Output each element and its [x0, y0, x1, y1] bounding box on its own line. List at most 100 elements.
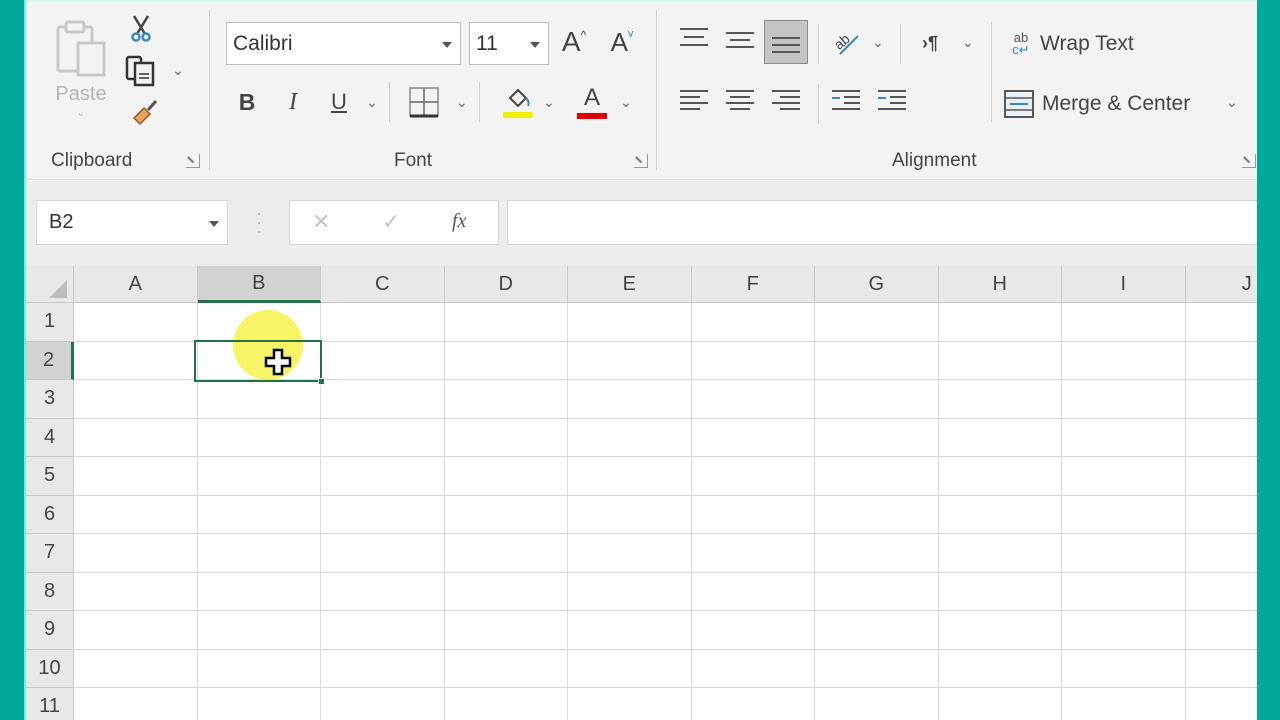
row-header-11[interactable]: 11 [26, 688, 74, 720]
row-header-3[interactable]: 3 [26, 380, 74, 419]
orientation-dropdown-icon[interactable]: ⌄ [872, 34, 884, 51]
merge-center-label: Merge & Center [1042, 92, 1191, 115]
font-group-label: Font [394, 150, 433, 171]
clipboard-dialog-launcher[interactable] [186, 154, 200, 168]
row-header-7[interactable]: 7 [26, 534, 74, 573]
wrap-text-button[interactable]: ab c↵ Wrap Text [1006, 24, 1134, 64]
formula-input[interactable] [507, 200, 1257, 245]
shrink-font-icon: A [610, 26, 628, 57]
select-all-triangle-icon [49, 280, 67, 298]
merge-center-button[interactable]: Merge & Center [1004, 84, 1190, 124]
gridline [74, 648, 1257, 650]
font-name-select[interactable]: Calibri [226, 22, 461, 65]
enter-button[interactable]: ✓ [382, 209, 400, 235]
alignment-dialog-launcher[interactable] [1242, 154, 1256, 168]
column-header-F[interactable]: F [691, 266, 815, 303]
column-header-B[interactable]: B [197, 266, 321, 303]
copy-dropdown-icon[interactable]: ⌄ [172, 62, 184, 79]
merge-center-dropdown-icon[interactable]: ⌄ [1226, 94, 1238, 111]
gridline [567, 303, 568, 720]
divider [991, 22, 992, 122]
divider [389, 82, 390, 122]
underline-dropdown-icon[interactable]: ⌄ [366, 94, 378, 111]
bottom-align-button[interactable] [764, 20, 808, 64]
text-direction-button[interactable]: ›¶ [916, 26, 944, 60]
underline-button[interactable]: U [324, 84, 354, 120]
name-box-value: B2 [49, 211, 74, 233]
copy-icon [125, 55, 155, 87]
column-header-I[interactable]: I [1062, 266, 1186, 303]
decrease-indent-button[interactable] [832, 90, 860, 110]
clipboard-icon [56, 20, 106, 77]
borders-dropdown-icon[interactable]: ⌄ [456, 94, 468, 111]
column-header-C[interactable]: C [321, 266, 445, 303]
paragraph-icon: ›¶ [921, 32, 938, 53]
row-header-4[interactable]: 4 [26, 418, 74, 457]
clipboard-group-label: Clipboard [51, 150, 133, 171]
select-all-button[interactable] [26, 266, 74, 303]
font-size-value: 11 [476, 31, 498, 55]
middle-align-button[interactable] [726, 32, 754, 52]
column-header-H[interactable]: H [938, 266, 1062, 303]
grow-font-button[interactable]: A ^ [556, 22, 592, 62]
cancel-button[interactable]: ✕ [312, 209, 330, 235]
font-color-button[interactable]: A [574, 82, 610, 122]
copy-button[interactable] [124, 54, 160, 88]
gridline [814, 303, 815, 720]
fill-color-dropdown-icon[interactable]: ⌄ [543, 94, 555, 111]
font-color-dropdown-icon[interactable]: ⌄ [620, 94, 632, 111]
group-divider [656, 10, 657, 170]
excel-window: Paste ⌄ ⌄ Clipboard Calibri 11 A ^ Av B I… [24, 0, 1257, 720]
align-left-button[interactable] [680, 90, 708, 110]
fill-color-button[interactable] [500, 82, 536, 122]
align-center-button[interactable] [726, 90, 754, 110]
align-right-button[interactable] [772, 90, 800, 110]
row-header-8[interactable]: 8 [26, 572, 74, 611]
row-header-1[interactable]: 1 [26, 303, 74, 342]
svg-text:ab: ab [831, 30, 853, 52]
wrap-text-label: Wrap Text [1040, 32, 1134, 55]
column-header-E[interactable]: E [568, 266, 692, 303]
cut-button[interactable] [126, 12, 156, 44]
top-align-button[interactable] [680, 28, 708, 48]
shrink-font-button[interactable]: Av [604, 22, 640, 62]
increase-indent-button[interactable] [878, 90, 906, 110]
paste-button[interactable]: Paste ⌄ [50, 14, 112, 124]
row-header-10[interactable]: 10 [26, 649, 74, 688]
gridline [1184, 303, 1186, 720]
font-color-swatch [577, 113, 607, 119]
paint-bucket-icon [508, 88, 530, 108]
orientation-button[interactable]: ab [828, 22, 864, 62]
row-header-2[interactable]: 2 [26, 341, 74, 380]
gridline [74, 610, 1257, 611]
italic-button[interactable]: I [278, 84, 308, 120]
borders-icon [409, 87, 439, 118]
fill-handle[interactable] [318, 378, 325, 385]
gridline [74, 571, 1257, 573]
cross-cursor-icon [264, 348, 292, 381]
row-header-5[interactable]: 5 [26, 457, 74, 496]
column-header-J[interactable]: J [1185, 266, 1257, 303]
gridline [74, 456, 1257, 457]
active-cell-B2[interactable] [194, 340, 322, 382]
chevron-down-icon [530, 41, 540, 48]
borders-button[interactable] [406, 84, 442, 120]
format-painter-button[interactable] [128, 96, 162, 130]
font-dialog-launcher[interactable] [634, 154, 648, 168]
insert-function-button[interactable]: fx [452, 210, 466, 233]
column-header-A[interactable]: A [74, 266, 198, 303]
paste-dropdown-icon[interactable]: ⌄ [77, 108, 85, 119]
row-header-9[interactable]: 9 [26, 611, 74, 650]
wrap-text-icon: ab c↵ [1012, 30, 1030, 57]
grow-font-icon: A [561, 26, 581, 57]
column-header-D[interactable]: D [444, 266, 568, 303]
font-name-value: Calibri [233, 31, 293, 55]
text-direction-dropdown-icon[interactable]: ⌄ [962, 34, 974, 51]
font-size-select[interactable]: 11 [469, 22, 549, 65]
group-divider [209, 10, 210, 170]
row-header-6[interactable]: 6 [26, 495, 74, 534]
bold-button[interactable]: B [232, 84, 262, 120]
name-box[interactable]: B2 [36, 200, 228, 245]
column-header-G[interactable]: G [815, 266, 939, 303]
formula-bar-grip[interactable]: · · · [256, 204, 262, 240]
